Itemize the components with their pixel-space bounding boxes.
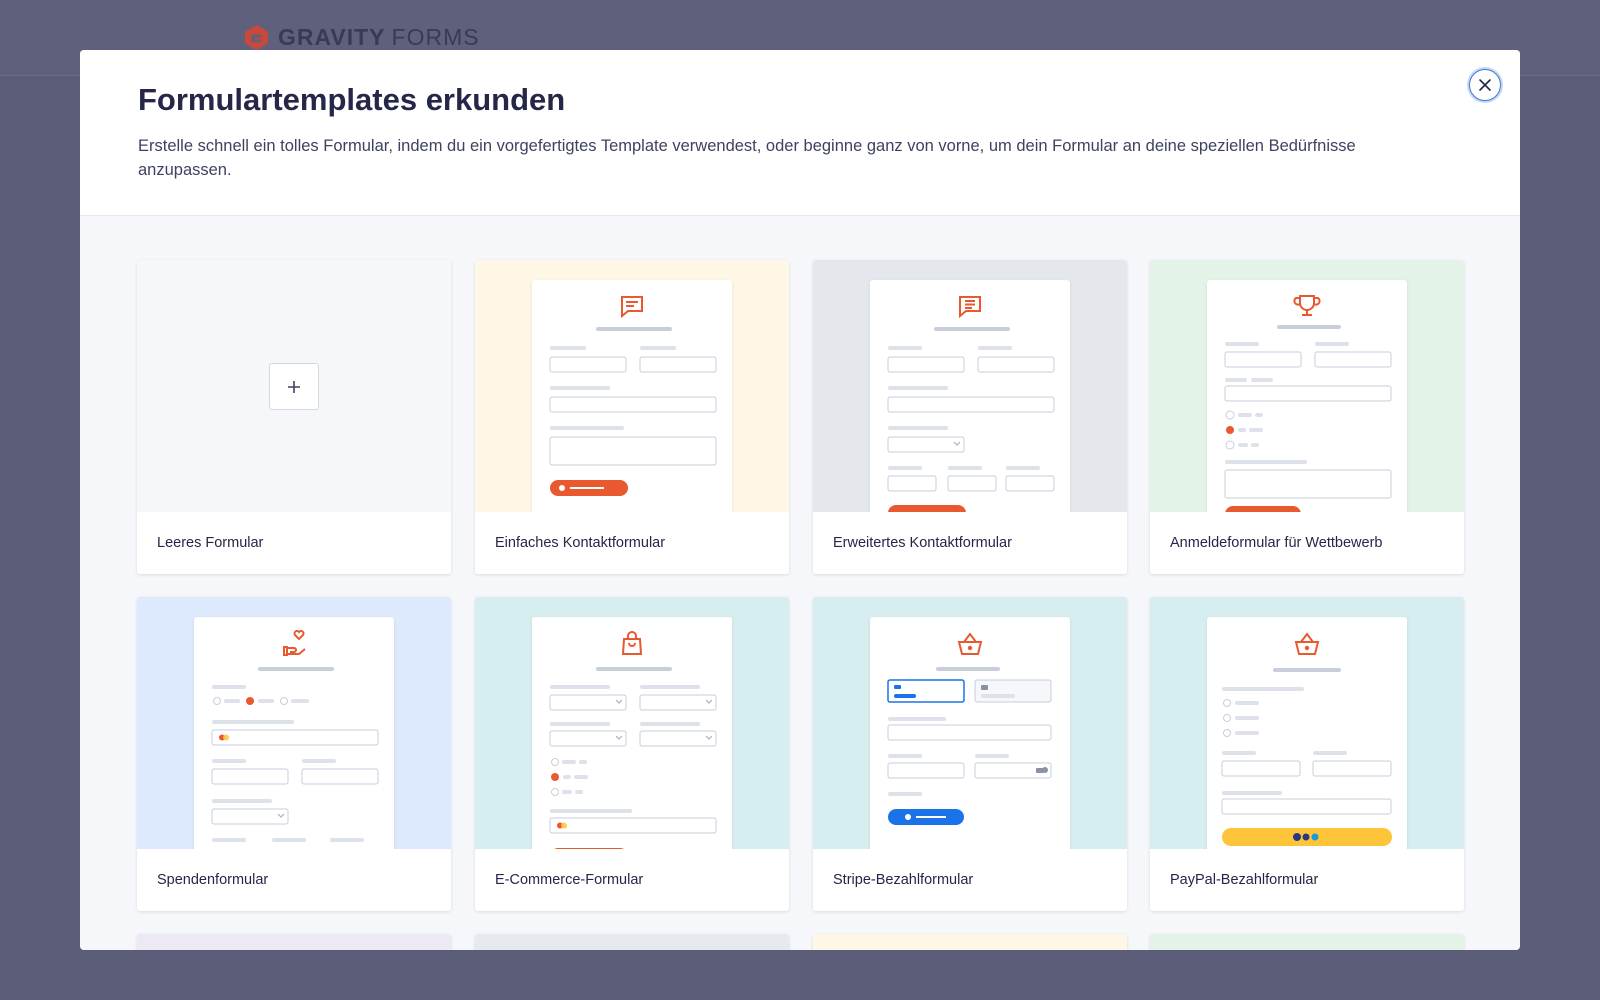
template-card-simple-contact[interactable]: Einfaches Kontaktformular bbox=[475, 260, 789, 574]
form-mockup bbox=[1207, 280, 1407, 512]
template-card-partial[interactable] bbox=[1150, 934, 1464, 950]
template-preview bbox=[1150, 934, 1464, 950]
logo-text-forms: FORMS bbox=[391, 23, 480, 50]
basket-icon bbox=[1294, 632, 1320, 655]
template-label: Leeres Formular bbox=[157, 535, 264, 551]
template-card-donation[interactable]: Spendenformular bbox=[137, 597, 451, 911]
form-mockup bbox=[194, 617, 394, 849]
template-preview bbox=[475, 260, 789, 512]
form-mockup-graphic bbox=[1224, 295, 1392, 512]
template-label: E-Commerce-Formular bbox=[495, 872, 644, 888]
trophy-icon bbox=[1293, 295, 1321, 316]
chat-list-icon bbox=[959, 296, 981, 319]
form-mockup-graphic bbox=[887, 632, 1052, 825]
template-preview bbox=[813, 597, 1127, 849]
template-card-stripe-payment[interactable]: Stripe-Bezahlformular bbox=[813, 597, 1127, 911]
template-card-partial[interactable] bbox=[137, 934, 451, 950]
template-preview bbox=[1150, 597, 1464, 849]
template-label: PayPal-Bezahlformular bbox=[1170, 872, 1319, 888]
template-label: Erweitertes Kontaktformular bbox=[833, 535, 1012, 551]
template-card-advanced-contact[interactable]: Erweitertes Kontaktformular bbox=[813, 260, 1127, 574]
template-preview bbox=[475, 597, 789, 849]
shopping-bag-icon bbox=[621, 631, 643, 655]
modal-header: Formulartemplates erkunden Erstelle schn… bbox=[80, 50, 1520, 216]
gravity-forms-logo: GRAVITY FORMS bbox=[243, 22, 480, 52]
form-mockup bbox=[1207, 617, 1407, 849]
close-button[interactable] bbox=[1469, 69, 1501, 101]
template-card-partial[interactable] bbox=[475, 934, 789, 950]
template-card-paypal-payment[interactable]: PayPal-Bezahlformular bbox=[1150, 597, 1464, 911]
plus-icon bbox=[288, 380, 300, 393]
template-label: Anmeldeformular für Wettbewerb bbox=[1170, 535, 1383, 551]
template-preview bbox=[137, 934, 451, 950]
template-card-blank[interactable]: Leeres Formular bbox=[137, 260, 451, 574]
form-mockup-graphic bbox=[211, 630, 379, 842]
modal-title: Formulartemplates erkunden bbox=[138, 82, 566, 117]
logo-text-gravity: GRAVITY bbox=[278, 23, 386, 50]
form-mockup-graphic bbox=[1221, 632, 1392, 846]
template-label: Spendenformular bbox=[157, 872, 269, 888]
form-mockup bbox=[870, 617, 1070, 849]
template-library-modal: Formulartemplates erkunden Erstelle schn… bbox=[80, 50, 1520, 950]
template-label: Einfaches Kontaktformular bbox=[495, 535, 666, 551]
modal-description: Erstelle schnell ein tolles Formular, in… bbox=[138, 137, 1356, 179]
close-icon bbox=[1479, 79, 1491, 91]
form-mockup-graphic bbox=[887, 296, 1055, 512]
form-mockup-graphic bbox=[549, 296, 717, 496]
basket-icon bbox=[957, 632, 983, 655]
template-preview bbox=[137, 260, 451, 512]
heart-hand-icon bbox=[283, 630, 306, 656]
form-mockup-graphic bbox=[549, 631, 717, 849]
template-preview bbox=[137, 597, 451, 849]
template-preview bbox=[1150, 260, 1464, 512]
chat-icon bbox=[621, 296, 643, 319]
template-preview bbox=[813, 260, 1127, 512]
add-blank-form-button[interactable] bbox=[269, 363, 319, 410]
template-preview bbox=[813, 934, 1127, 950]
template-card-contest-entry[interactable]: Anmeldeformular für Wettbewerb bbox=[1150, 260, 1464, 574]
template-card-ecommerce[interactable]: E-Commerce-Formular bbox=[475, 597, 789, 911]
template-card-partial[interactable] bbox=[813, 934, 1127, 950]
template-preview bbox=[475, 934, 789, 950]
form-mockup bbox=[532, 280, 732, 512]
form-mockup bbox=[870, 280, 1070, 512]
template-label: Stripe-Bezahlformular bbox=[833, 872, 974, 888]
template-grid: Leeres Formular Einfaches Kontaktformula… bbox=[80, 216, 1520, 950]
gravity-forms-logo-icon bbox=[244, 24, 269, 50]
form-mockup bbox=[532, 617, 732, 849]
